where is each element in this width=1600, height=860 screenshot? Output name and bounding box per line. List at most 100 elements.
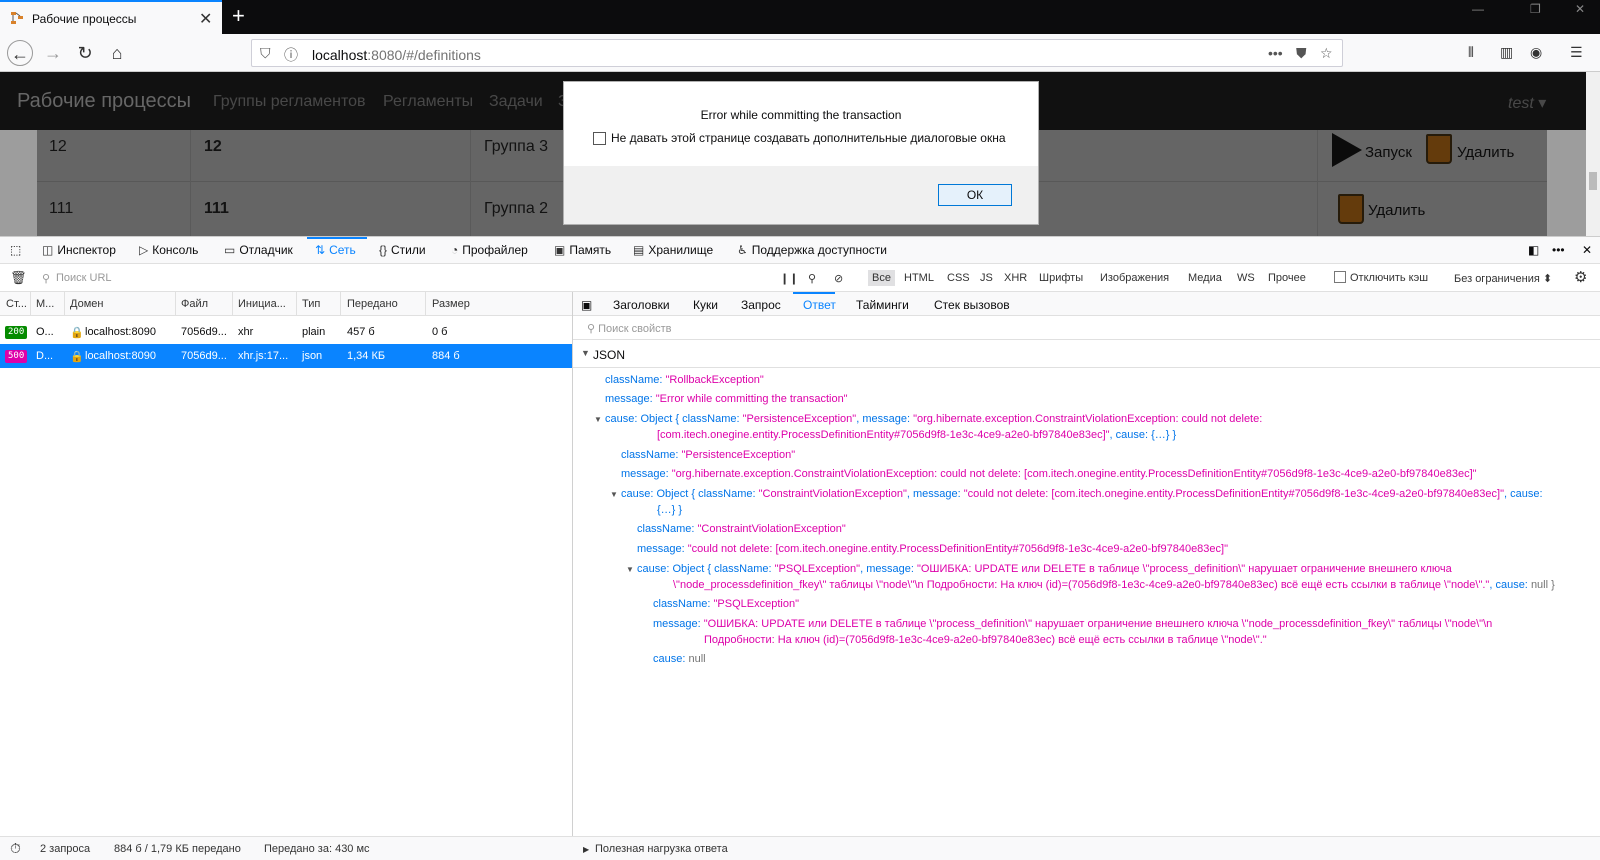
new-tab-icon[interactable]: + bbox=[232, 4, 245, 28]
filter-all[interactable]: Все bbox=[868, 270, 895, 286]
filter-fonts[interactable]: Шрифты bbox=[1039, 272, 1083, 284]
suppress-dialogs-checkbox[interactable] bbox=[593, 132, 606, 145]
json-line[interactable]: className: "PSQLException" bbox=[653, 597, 799, 612]
tab-memory[interactable]: ▣ Память bbox=[554, 243, 611, 257]
col-divider[interactable] bbox=[296, 292, 297, 316]
back-icon[interactable]: ← bbox=[7, 40, 33, 66]
expand-triangle-icon[interactable]: ▼ bbox=[594, 415, 602, 424]
col-divider[interactable] bbox=[30, 292, 31, 316]
reload-icon[interactable]: ↻ bbox=[72, 40, 98, 66]
page-actions-icon[interactable]: ••• bbox=[1268, 45, 1283, 61]
col-divider[interactable] bbox=[425, 292, 426, 316]
devtools-menu-icon[interactable]: ••• bbox=[1552, 243, 1565, 257]
expand-triangle-icon[interactable]: ▼ bbox=[610, 490, 618, 499]
tab-console[interactable]: ▷ Консоль bbox=[139, 243, 198, 257]
page-scrollbar[interactable] bbox=[1586, 72, 1600, 236]
col-divider[interactable] bbox=[232, 292, 233, 316]
tab-storage[interactable]: ▤ Хранилище bbox=[633, 243, 713, 257]
json-line[interactable]: className: "ConstraintViolationException… bbox=[637, 522, 846, 537]
json-line[interactable]: message: "Error while committing the tra… bbox=[605, 392, 848, 407]
json-line[interactable]: message: "org.hibernate.exception.Constr… bbox=[621, 467, 1477, 482]
scrollbar-thumb[interactable] bbox=[1589, 172, 1597, 190]
settings-gear-icon[interactable]: ⚙ bbox=[1574, 268, 1587, 286]
minimize-icon[interactable]: — bbox=[1472, 2, 1484, 16]
col-transferred[interactable]: Передано bbox=[347, 298, 398, 310]
filter-images[interactable]: Изображения bbox=[1100, 272, 1169, 284]
ok-button[interactable]: ОК bbox=[938, 184, 1012, 206]
toggle-sidebar-icon[interactable]: ▣ bbox=[581, 298, 592, 312]
tab-profiler[interactable]: ◔ Профайлер bbox=[451, 243, 528, 257]
clear-trash-icon[interactable]: 🗑 bbox=[10, 270, 27, 286]
property-filter-input[interactable]: ⚲ Поиск свойств bbox=[587, 322, 672, 335]
sidebar-icon[interactable]: ▥ bbox=[1500, 44, 1513, 61]
json-line[interactable]: cause: null bbox=[653, 652, 706, 667]
json-line[interactable]: {…} } bbox=[657, 503, 682, 518]
filter-css[interactable]: CSS bbox=[947, 272, 970, 284]
col-file[interactable]: Файл bbox=[181, 298, 208, 310]
json-line[interactable]: \"node_processdefinition_fkey\" таблицы … bbox=[673, 578, 1555, 593]
filter-html[interactable]: HTML bbox=[904, 272, 934, 284]
tab-debugger[interactable]: ▭ Отладчик bbox=[224, 243, 293, 257]
json-line[interactable]: className: "RollbackException" bbox=[605, 373, 764, 388]
filter-other[interactable]: Прочее bbox=[1268, 272, 1306, 284]
response-payload-label[interactable]: Полезная нагрузка ответа bbox=[595, 843, 728, 855]
tab-network[interactable]: ⇅ Сеть bbox=[315, 243, 356, 257]
col-size[interactable]: Размер bbox=[432, 298, 470, 310]
suppress-dialogs-label[interactable]: Не давать этой странице создавать дополн… bbox=[611, 131, 1006, 145]
panel-splitter[interactable] bbox=[572, 292, 573, 846]
pocket-icon[interactable]: ⛊ bbox=[1296, 45, 1307, 62]
devtools-close-icon[interactable]: ✕ bbox=[1582, 243, 1592, 257]
json-line[interactable]: message: "could not delete: [com.itech.o… bbox=[637, 542, 1228, 557]
tab-close-icon[interactable]: ✕ bbox=[199, 9, 212, 29]
expand-triangle-icon[interactable]: ▼ bbox=[581, 348, 590, 358]
tab-accessibility[interactable]: ♿ Поддержка доступности bbox=[737, 243, 887, 257]
col-divider[interactable] bbox=[64, 292, 65, 316]
window-close-icon[interactable]: ✕ bbox=[1575, 2, 1585, 16]
disable-cache-label[interactable]: Отключить кэш bbox=[1350, 272, 1428, 284]
filter-xhr[interactable]: XHR bbox=[1004, 272, 1027, 284]
tab-inspector[interactable]: ◫ Инспектор bbox=[42, 243, 116, 257]
request-row[interactable]: 200 O... 🔒 localhost:8090 7056d9... xhr … bbox=[0, 320, 572, 344]
dock-icon[interactable]: ◧ bbox=[1528, 243, 1539, 257]
filter-media[interactable]: Медиа bbox=[1188, 272, 1222, 284]
block-icon[interactable]: ⊘ bbox=[834, 272, 843, 285]
json-section-header[interactable]: ▼ JSON bbox=[573, 340, 1600, 368]
disable-cache-checkbox[interactable] bbox=[1334, 271, 1346, 283]
url-bar[interactable]: ⛉ ⓘ localhost:8080/#/definitions ••• ⛊ ☆ bbox=[251, 39, 1343, 67]
stopwatch-icon[interactable]: ⏱ bbox=[10, 840, 21, 857]
col-domain[interactable]: Домен bbox=[70, 298, 103, 310]
url-text[interactable]: localhost:8080/#/definitions bbox=[312, 47, 481, 63]
forward-icon[interactable]: → bbox=[40, 40, 66, 66]
filter-js[interactable]: JS bbox=[980, 272, 993, 284]
element-picker-icon[interactable]: ⬚ bbox=[10, 243, 21, 257]
expand-triangle-icon[interactable]: ▼ bbox=[626, 565, 634, 574]
tab-headers[interactable]: Заголовки bbox=[613, 298, 670, 312]
json-line[interactable]: cause: Object { className: "PersistenceE… bbox=[605, 412, 1262, 427]
expand-triangle-icon[interactable]: ▶ bbox=[583, 845, 589, 854]
url-filter-input[interactable]: Поиск URL bbox=[56, 272, 112, 284]
tab-request[interactable]: Запрос bbox=[741, 298, 781, 312]
search-icon[interactable]: ⚲ bbox=[808, 272, 816, 285]
json-line[interactable]: Подробности: На ключ (id)=(7056d9f8-1e3c… bbox=[704, 633, 1267, 648]
tracking-shield-icon[interactable]: ⛉ bbox=[260, 45, 271, 62]
filter-ws[interactable]: WS bbox=[1237, 272, 1255, 284]
menu-icon[interactable]: ☰ bbox=[1570, 44, 1583, 61]
pause-icon[interactable]: ❙❙ bbox=[780, 272, 798, 285]
json-line[interactable]: cause: Object { className: "ConstraintVi… bbox=[621, 487, 1543, 502]
col-initiator[interactable]: Инициа... bbox=[238, 298, 286, 310]
home-icon[interactable]: ⌂ bbox=[104, 40, 130, 66]
json-line[interactable]: className: "PersistenceException" bbox=[621, 448, 795, 463]
bookmark-star-icon[interactable]: ☆ bbox=[1320, 45, 1333, 62]
tab-response[interactable]: Ответ bbox=[803, 298, 836, 312]
maximize-icon[interactable]: ❐ bbox=[1530, 2, 1541, 16]
account-icon[interactable]: ◉ bbox=[1530, 44, 1542, 61]
tab-timings[interactable]: Тайминги bbox=[856, 298, 909, 312]
throttle-select[interactable]: Без ограничения ⬍ bbox=[1454, 272, 1552, 285]
col-type[interactable]: Тип bbox=[302, 298, 320, 310]
json-line[interactable]: [com.itech.onegine.entity.ProcessDefinit… bbox=[657, 428, 1176, 443]
tab-stack-trace[interactable]: Стек вызовов bbox=[934, 298, 1010, 312]
json-line[interactable]: cause: Object { className: "PSQLExceptio… bbox=[637, 562, 1452, 577]
site-info-icon[interactable]: ⓘ bbox=[284, 45, 298, 65]
browser-tab[interactable]: Рабочие процессы ✕ bbox=[0, 0, 222, 34]
col-method[interactable]: М... bbox=[36, 298, 54, 310]
